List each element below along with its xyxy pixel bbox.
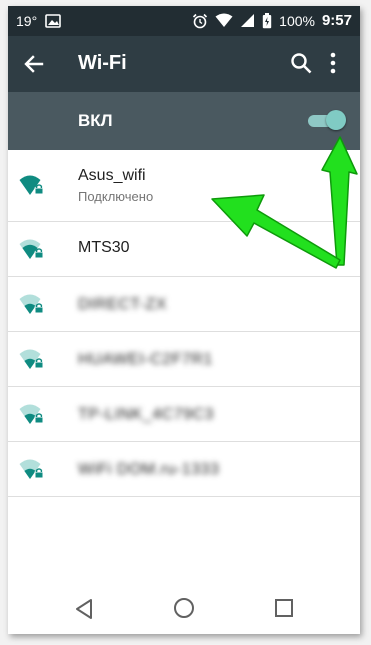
status-bar: 19° 100% 9:57 [8,6,360,36]
image-icon [45,14,61,28]
nav-home-icon[interactable] [173,597,195,619]
phone-screen: 19° 100% 9:57 Wi-Fi ВКЛ Asus_wifi Подклю… [8,6,360,634]
network-name-blurred: DIRECT-ZX [78,296,167,313]
wifi-lock-3-icon [19,239,44,259]
nav-back-icon[interactable] [74,598,94,620]
network-item[interactable]: TP-LINK_4C79C3 [8,387,360,442]
network-item[interactable]: DIRECT-ZX [8,277,360,332]
switch-label: ВКЛ [78,111,113,130]
search-icon[interactable] [290,52,312,74]
wifi-toggle[interactable] [308,110,346,130]
network-list: Asus_wifi Подключено MTS30 DIRECT-ZX HUA… [8,150,360,497]
wifi-lock-2-icon [19,404,44,424]
wifi-lock-2-icon [19,349,44,369]
network-status: Подключено [78,189,154,204]
toggle-thumb [326,110,346,130]
network-item[interactable]: HUAWEI-C2F7R1 [8,332,360,387]
network-name: Asus_wifi [78,167,146,184]
cell-signal-icon [241,14,255,27]
more-vert-icon[interactable] [328,50,338,76]
navigation-bar [8,584,360,634]
network-name: MTS30 [78,239,130,256]
app-bar: Wi-Fi [8,36,360,92]
nav-recents-icon[interactable] [274,598,294,618]
wifi-signal-icon [215,13,233,27]
back-arrow-icon[interactable] [22,52,46,76]
wifi-lock-2-icon [19,459,44,479]
battery-icon [262,12,272,28]
clock-time: 9:57 [321,12,352,29]
alarm-icon [193,13,208,28]
network-name-blurred: TP-LINK_4C79C3 [78,406,214,423]
network-name-blurred: WiFi DOM.ru-1333 [78,461,220,478]
network-item[interactable]: MTS30 [8,222,360,277]
temperature-text: 19° [16,13,38,29]
page-title: Wi-Fi [78,52,127,74]
network-item[interactable]: WiFi DOM.ru-1333 [8,442,360,497]
wifi-switch-bar[interactable]: ВКЛ [8,92,360,150]
wifi-lock-2-icon [19,294,44,314]
network-name-blurred: HUAWEI-C2F7R1 [78,351,213,368]
network-item[interactable]: Asus_wifi Подключено [8,150,360,222]
battery-percent: 100% [279,12,315,29]
wifi-lock-full-icon [19,175,44,195]
